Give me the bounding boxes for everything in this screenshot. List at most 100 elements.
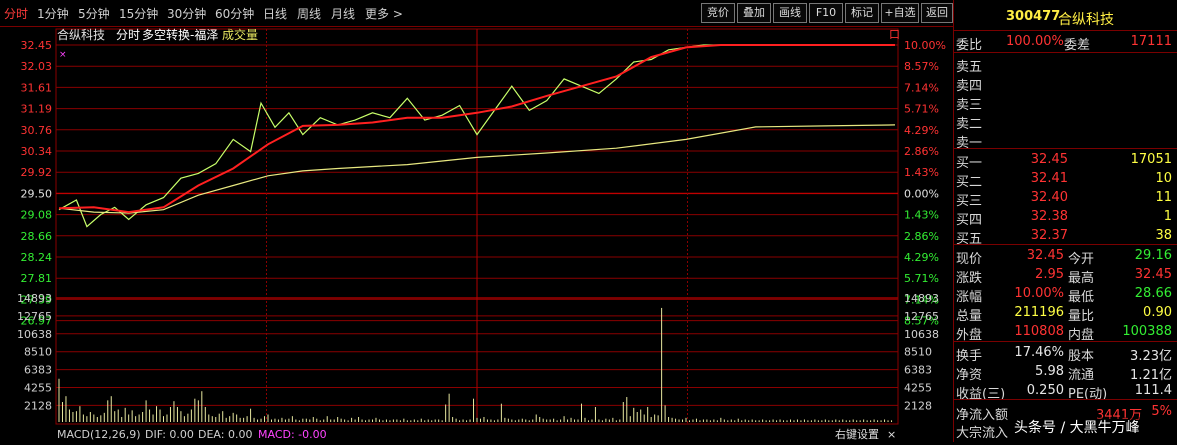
bid-price: 32.37 bbox=[1030, 228, 1068, 243]
price-tick-label: 31.61 bbox=[21, 81, 53, 94]
tab-1min[interactable]: 1分钟 bbox=[37, 5, 69, 22]
volume-tick-label: 14893 bbox=[17, 292, 52, 305]
fundamental-value: 3.23亿 bbox=[1130, 349, 1172, 364]
bid-volume: 1 bbox=[1163, 209, 1172, 224]
mark-button[interactable]: 标记 bbox=[845, 3, 879, 23]
ask-row: 卖五 bbox=[954, 55, 1177, 75]
dea-label: DEA: 0.00 bbox=[198, 428, 252, 441]
macd-label[interactable]: MACD(12,26,9) bbox=[57, 428, 141, 441]
stat-label: 今开 bbox=[1068, 252, 1095, 267]
back-button[interactable]: 返回 bbox=[921, 3, 953, 23]
stat-label: 总量 bbox=[956, 309, 983, 324]
indicator-label[interactable]: 多空转换-福泽 bbox=[142, 27, 218, 42]
weibi-row: 委比 100.00% 委差 17111 bbox=[956, 34, 1172, 53]
bid-price: 32.38 bbox=[1030, 209, 1068, 224]
ask-row: 卖二 bbox=[954, 112, 1177, 132]
bid-row: 买二 32.41 10 bbox=[954, 170, 1177, 190]
percent-tick-label: 2.86% bbox=[904, 145, 939, 158]
volume-tick-label: 6383 bbox=[904, 364, 932, 377]
draw-line-button[interactable]: 画线 bbox=[773, 3, 807, 23]
add-watchlist-button[interactable]: +自选 bbox=[881, 3, 919, 23]
percent-tick-label: 10.00% bbox=[904, 39, 946, 52]
tab-more[interactable]: 更多 > bbox=[365, 5, 403, 22]
percent-tick-label: 7.14% bbox=[904, 81, 939, 94]
stat-value: 100388 bbox=[1122, 324, 1172, 339]
stat-label: 现价 bbox=[956, 252, 983, 267]
stat-value: 29.16 bbox=[1134, 248, 1172, 263]
quote-stat-row: 现价 32.45 今开 29.16 bbox=[954, 247, 1177, 267]
ask-label: 卖二 bbox=[956, 117, 983, 132]
stat-label: 涨幅 bbox=[956, 290, 983, 305]
stat-value: 28.66 bbox=[1134, 286, 1172, 301]
fundamental-value: 5.98 bbox=[1035, 364, 1064, 379]
tab-minute[interactable]: 分时 bbox=[4, 5, 28, 22]
volume-tick-label: 10638 bbox=[904, 328, 939, 341]
tab-weekly[interactable]: 周线 bbox=[297, 5, 321, 22]
ask-label: 卖五 bbox=[956, 60, 983, 75]
ask-label: 卖三 bbox=[956, 98, 983, 113]
ask-row: 卖四 bbox=[954, 74, 1177, 94]
chart-svg[interactable]: 32.45 32.03 31.61 31.19 30.76 30.34 29.92 29.50… bbox=[0, 27, 953, 442]
stock-name-label: 合纵科技 bbox=[57, 27, 105, 42]
stat-label: 最高 bbox=[1068, 271, 1095, 286]
quote-stat-row: 涨幅 10.00% 最低 28.66 bbox=[954, 285, 1177, 305]
bid-volume: 11 bbox=[1155, 190, 1172, 205]
stock-title: 300477 合纵科技 bbox=[954, 8, 1177, 28]
close-icon[interactable]: × bbox=[887, 428, 896, 441]
bid-row: 买四 32.38 1 bbox=[954, 208, 1177, 228]
stat-value: 0.90 bbox=[1143, 305, 1172, 320]
percent-tick-label: 4.29% bbox=[904, 251, 939, 264]
price-tick-label: 30.76 bbox=[21, 124, 53, 137]
fundamental-label: 换手 bbox=[956, 349, 983, 364]
macd-value-label: MACD: -0.00 bbox=[258, 428, 327, 441]
percent-tick-label: 4.29% bbox=[904, 124, 939, 137]
bid-row: 买一 32.45 17051 bbox=[954, 151, 1177, 171]
stock-name: 合纵科技 bbox=[1058, 12, 1114, 28]
stat-label: 量比 bbox=[1068, 309, 1095, 324]
percent-tick-label: 2.86% bbox=[904, 230, 939, 243]
quote-stat-row: 总量 211196 量比 0.90 bbox=[954, 304, 1177, 324]
fundamental-value: 111.4 bbox=[1134, 383, 1172, 398]
dif-label: DIF: 0.00 bbox=[145, 428, 194, 441]
intraday-chart[interactable]: 32.45 32.03 31.61 31.19 30.76 30.34 29.92 29.50… bbox=[0, 27, 953, 442]
bid-volume: 10 bbox=[1155, 171, 1172, 186]
right-click-settings[interactable]: 右键设置 bbox=[835, 427, 879, 441]
stat-value: 2.95 bbox=[1035, 267, 1064, 282]
tab-15min[interactable]: 15分钟 bbox=[119, 5, 158, 22]
bid-volume: 38 bbox=[1155, 228, 1172, 243]
volume-tick-label: 12765 bbox=[904, 310, 939, 323]
price-tick-label: 28.66 bbox=[21, 230, 53, 243]
maximize-icon[interactable]: 口 bbox=[889, 28, 900, 41]
percent-tick-label: 5.71% bbox=[904, 103, 939, 116]
overlay-button[interactable]: 叠加 bbox=[737, 3, 771, 23]
stock-code: 300477 bbox=[1006, 9, 1061, 24]
tab-5min[interactable]: 5分钟 bbox=[78, 5, 110, 22]
fundamental-value: 1.21亿 bbox=[1130, 368, 1172, 383]
crosshair-icon: × bbox=[59, 50, 67, 60]
fundamental-value: 0.250 bbox=[1026, 383, 1064, 398]
quote-stat-row: 外盘 110808 内盘 100388 bbox=[954, 323, 1177, 343]
bid-label: 买二 bbox=[956, 175, 983, 190]
volume-tick-label: 8510 bbox=[904, 346, 932, 359]
price-tick-label: 32.45 bbox=[21, 39, 53, 52]
stat-label: 涨跌 bbox=[956, 271, 983, 286]
tab-daily[interactable]: 日线 bbox=[263, 5, 287, 22]
ask-row: 卖一 bbox=[954, 131, 1177, 151]
bid-row: 买五 32.37 38 bbox=[954, 227, 1177, 247]
stat-value: 110808 bbox=[1014, 324, 1064, 339]
tab-60min[interactable]: 60分钟 bbox=[215, 5, 254, 22]
quote-stat-row: 涨跌 2.95 最高 32.45 bbox=[954, 266, 1177, 286]
fundamental-label: 股本 bbox=[1068, 349, 1095, 364]
percent-tick-label: 1.43% bbox=[904, 209, 939, 222]
tab-30min[interactable]: 30分钟 bbox=[167, 5, 206, 22]
volume-tick-label: 4255 bbox=[24, 382, 52, 395]
tab-monthly[interactable]: 月线 bbox=[331, 5, 355, 22]
bid-volume: 17051 bbox=[1130, 152, 1172, 167]
watermark: 头条号 / 大黑牛万峰 bbox=[1014, 417, 1140, 437]
auction-button[interactable]: 竞价 bbox=[701, 3, 735, 23]
volume-title-label: 成交量 bbox=[222, 27, 258, 42]
percent-tick-label: 5.71% bbox=[904, 272, 939, 285]
f10-button[interactable]: F10 bbox=[809, 3, 843, 23]
price-tick-label: 28.24 bbox=[21, 251, 53, 264]
period-label: 分时 bbox=[116, 28, 140, 42]
